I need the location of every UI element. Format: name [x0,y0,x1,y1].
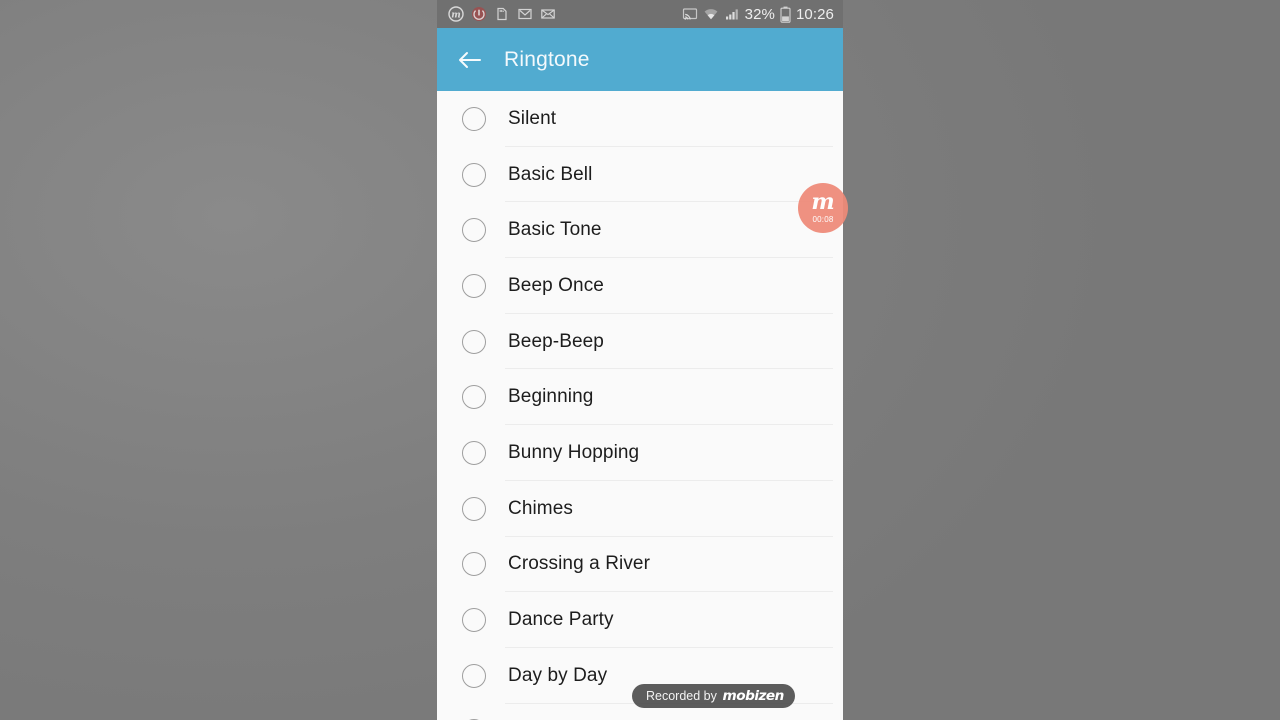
status-bar-left-icons: m [448,6,682,22]
battery-percent-label: 32% [744,5,775,23]
list-item[interactable]: Bunny Hopping [437,425,843,481]
ringtone-list[interactable]: Silent Basic Bell Basic Tone Beep Once Beep-… [437,91,843,720]
mobizen-icon: m [448,6,464,22]
power-alert-icon [471,6,487,22]
list-item-label: Basic Tone [508,219,602,241]
mobizen-logo-icon: m [811,188,835,215]
radio-button-icon[interactable] [462,552,486,577]
list-item[interactable]: Beginning [437,369,843,426]
signal-bars-icon [724,6,740,22]
radio-button-icon[interactable] [462,106,486,131]
list-item[interactable]: Silent [437,91,843,147]
mobizen-record-button[interactable]: m 00:08 [798,183,848,233]
record-timer-label: 00:08 [812,214,834,224]
list-item[interactable]: Basic Tone [437,202,843,259]
back-arrow-icon[interactable] [456,47,482,73]
watermark-text: Recorded by [646,688,717,703]
list-item-label: Bunny Hopping [508,441,640,463]
list-item-label: Silent [508,107,557,129]
radio-button-icon[interactable] [462,440,486,465]
mobizen-wordmark-icon: mobizen [722,688,784,704]
radio-button-icon[interactable] [462,663,486,688]
status-bar: m 32% 10:26 [437,0,843,28]
list-item-label: Beginning [508,386,594,408]
app-bar: Ringtone [437,28,843,91]
svg-text:m: m [451,11,461,21]
radio-button-icon[interactable] [462,608,486,633]
list-item-label: Beep-Beep [508,330,604,352]
screen-cast-icon [682,6,698,22]
radio-button-icon[interactable] [462,162,486,187]
list-item-label: Day by Day [508,664,608,686]
list-item-label: Chimes [508,497,574,519]
list-item-label: Beep Once [508,274,604,296]
status-clock: 10:26 [795,5,834,23]
list-item-label: Dance Party [508,609,614,631]
list-item[interactable]: Beep Once [437,258,843,314]
radio-button-icon[interactable] [462,329,486,354]
radio-button-icon[interactable] [462,218,486,243]
radio-button-icon[interactable] [462,273,486,298]
list-item[interactable]: Dance Party [437,592,843,648]
wifi-icon [703,6,719,22]
list-item-label: Crossing a River [508,553,651,575]
list-item[interactable]: Crossing a River [437,536,843,593]
radio-button-icon[interactable] [462,385,486,410]
battery-icon [780,6,791,23]
page-title: Ringtone [504,47,590,71]
recorded-by-watermark: Recorded by mobizen [632,684,796,708]
list-item[interactable]: Chimes [437,480,843,537]
radio-button-icon[interactable] [462,496,486,521]
phone-screen: m 32% 10:26 Ringtone Silent Basic Bell B… [437,0,843,720]
status-bar-right-icons: 32% 10:26 [682,6,834,23]
sd-card-icon [494,6,510,22]
mail-icon [540,6,556,22]
list-item[interactable]: Beep-Beep [437,313,843,370]
list-item[interactable]: Basic Bell [437,146,843,203]
list-item-label: Basic Bell [508,163,593,185]
gmail-icon [517,6,533,22]
